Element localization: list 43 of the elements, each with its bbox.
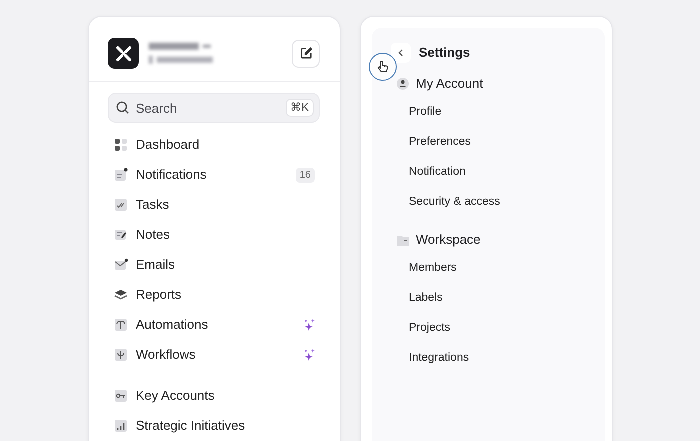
note-pencil-icon [114, 228, 128, 242]
sidebar-item[interactable]: Key Accounts [89, 381, 340, 411]
settings-link[interactable]: Security & access [409, 194, 500, 212]
sidebar-item[interactable]: Strategic Initiatives [89, 411, 340, 441]
chevron-left-icon [397, 48, 405, 58]
automation-icon [114, 318, 128, 332]
settings-link[interactable]: Members [409, 260, 457, 278]
section-heading: My Account [416, 75, 484, 94]
back-button[interactable] [391, 43, 411, 63]
sparkle-icon [303, 348, 315, 362]
compose-button[interactable] [292, 40, 320, 68]
sidebar-item[interactable]: Automations [89, 310, 340, 340]
key-icon [114, 389, 128, 403]
shortcut-hint: ⌘K [286, 99, 314, 117]
sidebar-item[interactable]: Workflows [89, 340, 340, 370]
search-icon [116, 101, 130, 115]
sidebar-item[interactable]: Reports [89, 280, 340, 310]
section-heading: Workspace [416, 231, 481, 250]
settings-link[interactable]: Profile [409, 104, 442, 122]
edit-icon [300, 47, 312, 60]
sparkle-icon [303, 318, 315, 332]
folder-icon [397, 234, 409, 246]
sidebar-item[interactable]: Notes [89, 220, 340, 250]
settings-link[interactable]: Projects [409, 320, 451, 338]
settings-title: Settings [419, 44, 470, 62]
user-icon [397, 78, 409, 90]
notification-list-icon [114, 168, 128, 182]
workflow-icon [114, 348, 128, 362]
settings-link[interactable]: Integrations [409, 350, 470, 368]
settings-link[interactable]: Notification [409, 164, 466, 182]
settings-link[interactable]: Labels [409, 290, 443, 308]
sidebar-item[interactable]: Notifications 16 [89, 160, 340, 190]
envelope-icon [114, 258, 128, 272]
app-logo [108, 38, 139, 69]
count-badge: 16 [296, 168, 315, 182]
sidebar-item[interactable]: Emails [89, 250, 340, 280]
checklist-icon [114, 198, 128, 212]
layers-icon [114, 288, 128, 302]
sidebar-item[interactable]: Dashboard [89, 130, 340, 160]
bar-chart-icon [114, 419, 128, 433]
settings-link[interactable]: Preferences [409, 134, 472, 152]
sidebar-item[interactable]: Tasks [89, 190, 340, 220]
dashboard-icon [114, 138, 128, 152]
